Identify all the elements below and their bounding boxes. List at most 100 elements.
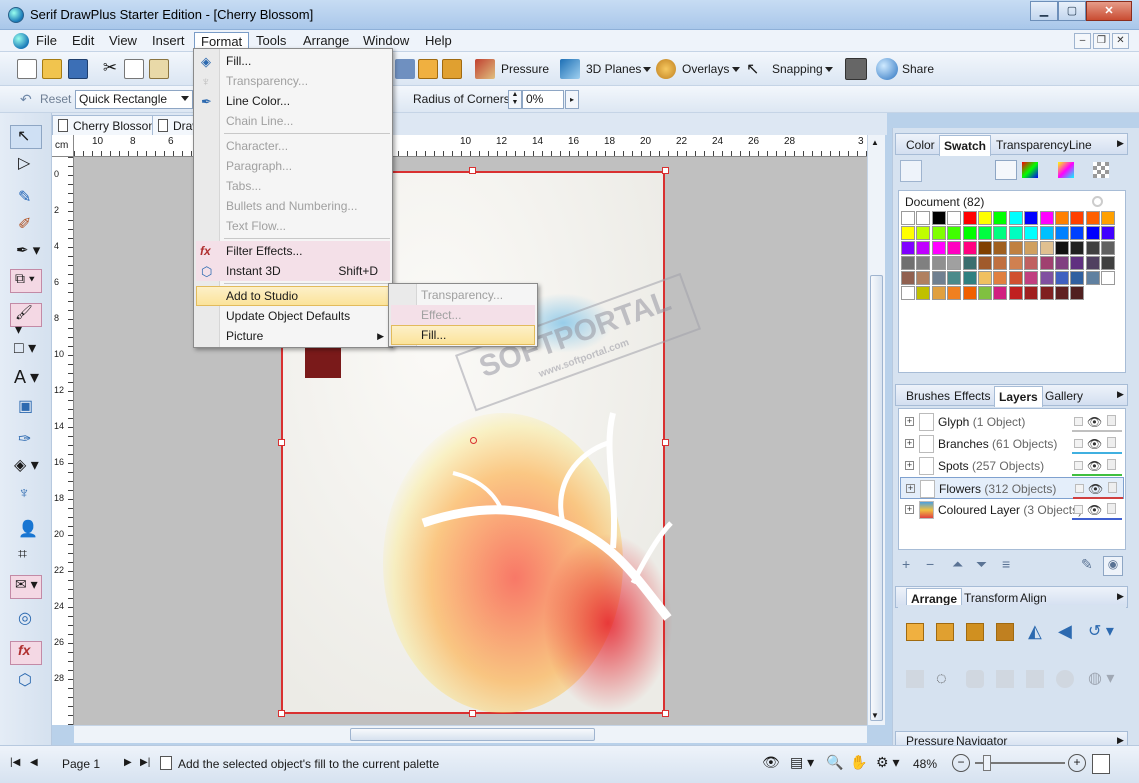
pencil-tool-icon[interactable]: ✎ <box>10 187 42 211</box>
color-swatch[interactable] <box>947 226 962 240</box>
eye-icon[interactable]: 👁 <box>1087 415 1102 429</box>
color-swatch[interactable] <box>1055 211 1069 225</box>
color-swatch[interactable] <box>1039 271 1054 285</box>
color-swatch[interactable] <box>978 241 992 255</box>
color-swatch[interactable] <box>947 271 962 285</box>
overlays-icon[interactable] <box>656 59 676 79</box>
rotation-center-handle[interactable] <box>470 437 477 444</box>
expand-icon[interactable]: + <box>905 439 914 448</box>
color-swatch[interactable] <box>1055 256 1069 270</box>
ruler-unit[interactable]: cm <box>52 135 74 157</box>
zoom-level[interactable]: 48% <box>913 757 937 771</box>
selection-handle[interactable] <box>469 167 476 174</box>
color-swatch[interactable] <box>916 241 931 255</box>
menu-item-tabs[interactable]: Tabs... <box>196 176 261 196</box>
crop-shapes-icon[interactable] <box>1056 670 1074 688</box>
view-mode-icon[interactable]: 👁 <box>762 754 780 771</box>
pen-tool-icon[interactable]: ✒ ▾ <box>10 241 42 265</box>
color-swatch[interactable] <box>916 256 931 270</box>
color-swatch[interactable] <box>931 241 946 255</box>
panel-expand-icon[interactable]: ▶ <box>1117 138 1124 149</box>
color-swatch[interactable] <box>947 241 962 255</box>
color-swatch[interactable] <box>1101 241 1116 255</box>
layer-select-box[interactable] <box>1074 439 1083 448</box>
join-icon[interactable] <box>906 670 924 688</box>
menu-item-character[interactable]: Character... <box>196 136 288 156</box>
contour-tool-icon[interactable]: ◎ <box>10 608 42 632</box>
tab-swatch[interactable]: Swatch <box>939 135 992 156</box>
color-swatch[interactable] <box>1039 256 1054 270</box>
connector-tool-icon[interactable]: ⧉ ▾ <box>10 269 42 293</box>
menu-item-paragraph[interactable]: Paragraph... <box>196 156 292 176</box>
color-swatch[interactable] <box>1024 241 1039 255</box>
crop-tool-icon[interactable]: ⌗ <box>10 546 42 570</box>
color-swatch[interactable] <box>901 256 915 270</box>
vertical-ruler[interactable]: 0 2 4 6 8 10 12 14 16 18 20 22 24 26 28 <box>52 157 74 725</box>
palette-view-icon[interactable] <box>995 160 1017 180</box>
color-swatch[interactable] <box>1085 241 1100 255</box>
scroll-down-icon[interactable]: ▼ <box>871 711 879 720</box>
menu-item-transparency[interactable]: Transparency... <box>196 71 308 91</box>
color-swatch[interactable] <box>947 286 962 300</box>
color-swatch[interactable] <box>901 241 915 255</box>
rotate-icon[interactable]: ↺ ▾ <box>1088 621 1114 641</box>
palette-search-icon[interactable] <box>1092 196 1103 207</box>
tab-layers[interactable]: Layers <box>994 386 1043 407</box>
eye-icon[interactable]: 👁 <box>1087 503 1102 517</box>
color-swatch[interactable] <box>1070 256 1085 270</box>
color-swatch[interactable] <box>1085 226 1100 240</box>
vertical-scrollbar[interactable]: ▲ ▼ <box>867 135 885 725</box>
color-swatch[interactable] <box>1085 211 1100 225</box>
selection-handle[interactable] <box>278 710 285 717</box>
color-swatch[interactable] <box>1101 211 1116 225</box>
color-swatch[interactable] <box>993 241 1008 255</box>
color-swatch[interactable] <box>1024 226 1039 240</box>
lock-icon[interactable] <box>1107 415 1116 426</box>
color-swatch[interactable] <box>962 241 977 255</box>
zoom-options-icon[interactable]: ⚙ ▾ <box>876 754 899 771</box>
color-swatch[interactable] <box>1039 226 1054 240</box>
last-page-icon[interactable]: ▶| <box>140 757 150 768</box>
eye-icon[interactable]: 👁 <box>1087 437 1102 451</box>
merge-layer-icon[interactable]: ≡ <box>1002 556 1010 572</box>
doc-restore-button[interactable]: ❐ <box>1093 33 1110 49</box>
menu-edit[interactable]: Edit <box>66 32 100 50</box>
minimize-button[interactable]: ▁ <box>1030 1 1058 21</box>
palette-menu-icon[interactable] <box>1022 162 1038 178</box>
shape-type-combo[interactable]: Quick Rectangle <box>75 90 193 109</box>
page-setup-icon[interactable]: ▤ ▾ <box>790 754 814 771</box>
app-icon[interactable] <box>8 7 24 23</box>
envelope-tool-icon[interactable]: ✉ ▾ <box>10 575 42 599</box>
color-swatch[interactable] <box>1024 211 1039 225</box>
panel-expand-icon[interactable]: ▶ <box>1117 591 1124 602</box>
delete-layer-icon[interactable]: − <box>926 556 934 572</box>
color-swatch[interactable] <box>916 226 931 240</box>
color-swatch[interactable] <box>993 226 1008 240</box>
tab-gallery[interactable]: Gallery <box>1045 389 1083 403</box>
hand-tool-icon[interactable]: ✋ <box>850 754 867 771</box>
snapping-icon[interactable]: ↖ <box>746 59 766 79</box>
color-swatch[interactable] <box>1070 271 1085 285</box>
fit-page-icon[interactable] <box>1092 754 1110 774</box>
horizontal-scroll-thumb[interactable] <box>350 728 595 741</box>
layer-properties-icon[interactable]: ✎ <box>1081 556 1093 573</box>
color-swatch[interactable] <box>962 271 977 285</box>
brush-tool-icon[interactable]: ✐ <box>10 214 42 238</box>
new-icon[interactable] <box>17 59 37 79</box>
selection-handle[interactable] <box>469 710 476 717</box>
color-swatch[interactable] <box>931 211 946 225</box>
menu-item-instant-3d[interactable]: Instant 3D Shift+D <box>196 261 390 281</box>
color-swatch[interactable] <box>947 256 962 270</box>
color-swatch[interactable] <box>1070 226 1085 240</box>
transparency-tool-icon[interactable]: ♆ <box>10 485 42 509</box>
vertical-scroll-thumb[interactable] <box>870 275 883 721</box>
send-to-back-icon[interactable] <box>996 623 1014 641</box>
share-icon[interactable] <box>876 58 898 80</box>
menu-help[interactable]: Help <box>419 32 458 50</box>
eye-icon[interactable]: 👁 <box>1088 482 1103 496</box>
zoom-in-icon[interactable]: + <box>1068 754 1086 772</box>
color-swatch[interactable] <box>931 256 946 270</box>
fx-tool-icon[interactable]: fx <box>10 641 42 665</box>
layer-row-coloured-layer[interactable]: + Coloured Layer (3 Objects) 👁 <box>900 499 1124 521</box>
first-page-icon[interactable]: |◀ <box>10 757 20 768</box>
